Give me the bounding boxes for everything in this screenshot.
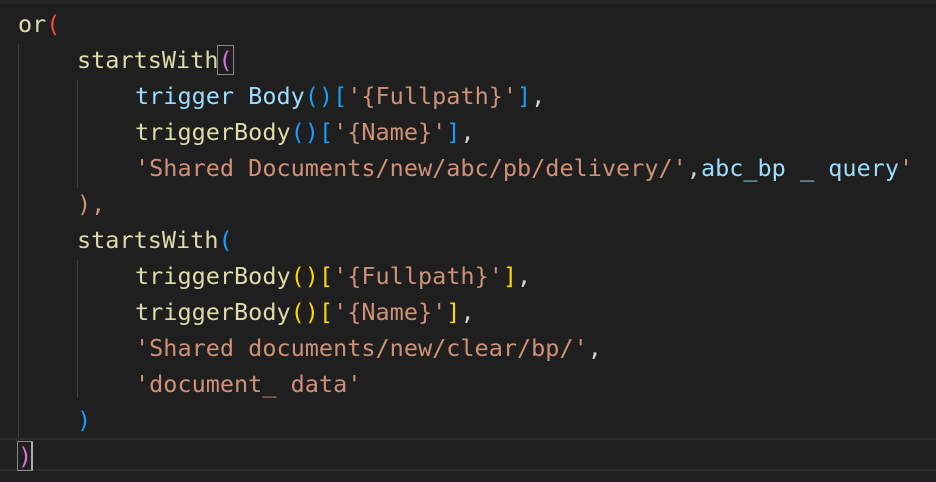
bracket: [	[318, 298, 334, 326]
comma: ,	[686, 154, 701, 182]
string-literal: 'Shared Documents/new/abc/pb/delivery/'	[135, 154, 687, 182]
comma: ,	[531, 82, 546, 110]
bracket: (	[46, 10, 61, 38]
code-line-9[interactable]: triggerBody()['{Name}'],	[135, 294, 475, 330]
string-literal: '{Name}'	[333, 298, 447, 326]
bracket: (	[217, 45, 234, 75]
comma: ,	[460, 298, 475, 326]
code-line-8[interactable]: triggerBody()['{Fullpath}'],	[135, 258, 531, 294]
string-literal: '{Fullpath}'	[347, 82, 518, 110]
comma: ,	[587, 334, 602, 362]
code-line-1[interactable]: or(	[18, 6, 60, 42]
string-literal: 'document_ data'	[135, 370, 362, 398]
string-literal: 'Shared documents/new/clear/bp/'	[135, 334, 588, 362]
bracket: [	[318, 118, 334, 146]
function-name: triggerBody	[135, 262, 291, 290]
bracket: )	[77, 406, 92, 434]
code-line-6[interactable]: ),	[77, 186, 105, 222]
bracket: [	[333, 82, 348, 110]
indent-guide	[18, 44, 19, 442]
function-name: triggerBody	[135, 118, 291, 146]
bracket: ()	[290, 298, 319, 326]
code-editor[interactable]: or( startsWith( trigger Body()['{Fullpat…	[0, 0, 936, 482]
identifier: trigger Body	[135, 82, 305, 110]
code-line-4[interactable]: triggerBody()['{Name}'],	[135, 114, 475, 150]
code-line-10[interactable]: 'Shared documents/new/clear/bp/',	[135, 330, 602, 366]
code-line-2[interactable]: startsWith(	[77, 42, 234, 78]
comma: ,	[91, 190, 106, 218]
function-name: startsWith	[77, 46, 219, 74]
bracket: ()	[290, 118, 319, 146]
text-cursor	[31, 442, 33, 470]
bracket: ]	[446, 118, 461, 146]
string-literal: '{Name}'	[333, 118, 447, 146]
bracket: ()	[290, 262, 319, 290]
bracket: (	[218, 226, 233, 254]
comma: ,	[517, 262, 532, 290]
bracket: [	[318, 262, 334, 290]
indent-guide	[77, 80, 78, 188]
bracket: ]	[517, 82, 532, 110]
code-line-7[interactable]: startsWith(	[77, 222, 233, 258]
comma: ,	[460, 118, 475, 146]
function-name: startsWith	[77, 226, 219, 254]
code-line-11[interactable]: 'document_ data'	[135, 366, 361, 402]
bracket: )	[77, 190, 92, 218]
code-line-5[interactable]: 'Shared Documents/new/abc/pb/delivery/',…	[135, 150, 913, 186]
current-line-highlight	[0, 438, 936, 471]
identifier: abc_bp _ query	[700, 154, 900, 182]
string-literal: '	[899, 154, 914, 182]
string-literal: '{Fullpath}'	[333, 262, 503, 290]
indent-guide	[77, 260, 78, 398]
bracket: ]	[446, 298, 461, 326]
bracket: ()	[304, 82, 334, 110]
bracket: ]	[502, 262, 518, 290]
editor-top-edge	[0, 0, 936, 4]
code-line-12[interactable]: )	[77, 402, 91, 438]
function-name: or	[18, 10, 47, 38]
function-name: triggerBody	[135, 298, 291, 326]
code-line-3[interactable]: trigger Body()['{Fullpath}'],	[135, 78, 545, 114]
